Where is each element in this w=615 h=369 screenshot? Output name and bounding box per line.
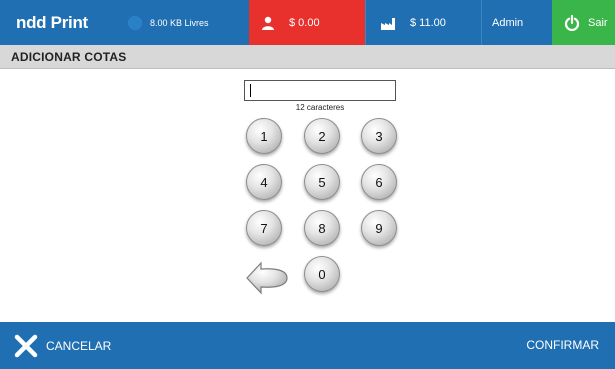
quota-value: $ 11.00 [410, 16, 446, 29]
exit-label: Sair [588, 16, 608, 29]
keypad-key-1[interactable]: 1 [246, 118, 282, 154]
text-caret [250, 84, 251, 97]
title-bar: ADICIONAR COTAS [0, 45, 615, 69]
balance-value: $ 0.00 [289, 16, 320, 29]
cancel-label: CANCELAR [46, 339, 112, 353]
keypad-key-3[interactable]: 3 [361, 118, 397, 154]
user-icon [262, 16, 274, 30]
footer-bar: CANCELAR CONFIRMAR [0, 322, 615, 369]
app-logo: ndd Print [16, 12, 88, 32]
keypad-key-6[interactable]: 6 [361, 164, 397, 200]
user-area[interactable]: Admin [481, 0, 552, 45]
backspace-icon[interactable] [245, 259, 289, 297]
confirm-button[interactable]: CONFIRMAR [526, 338, 599, 352]
amount-input[interactable] [244, 80, 396, 101]
power-icon [564, 14, 580, 31]
storage-icon [128, 15, 142, 30]
keypad-key-2[interactable]: 2 [304, 118, 340, 154]
storage-status: 8.00 KB Livres [120, 0, 249, 45]
user-name: Admin [492, 16, 524, 29]
quota-status: $ 11.00 [365, 0, 481, 45]
balance-status: $ 0.00 [249, 0, 365, 45]
exit-button[interactable]: Sair [552, 0, 615, 45]
keypad-key-0[interactable]: 0 [304, 256, 340, 292]
keypad-key-8[interactable]: 8 [304, 210, 340, 246]
factory-icon [381, 17, 395, 30]
logo-area: ndd Print [0, 0, 120, 45]
storage-text: 8.00 KB Livres [150, 17, 209, 28]
character-limit-hint: 12 caracteres [295, 103, 345, 112]
keypad-key-5[interactable]: 5 [304, 164, 340, 200]
close-icon [14, 334, 38, 358]
keypad-key-7[interactable]: 7 [246, 210, 282, 246]
cancel-button[interactable]: CANCELAR [14, 332, 111, 360]
top-bar: ndd Print 8.00 KB Livres $ 0.00 $ 11.00 … [0, 0, 615, 45]
keypad-key-9[interactable]: 9 [361, 210, 397, 246]
page-title: ADICIONAR COTAS [11, 50, 127, 64]
keypad-key-4[interactable]: 4 [246, 164, 282, 200]
